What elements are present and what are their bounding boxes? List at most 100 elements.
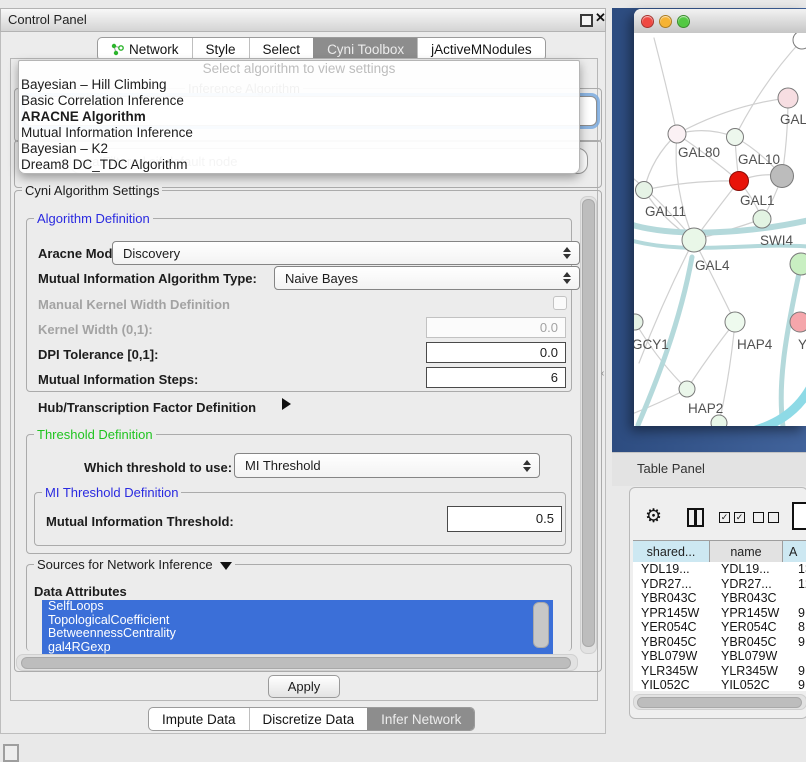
network-node-swi4[interactable] xyxy=(753,210,771,228)
table-row[interactable]: YDL19...YDL19...13 xyxy=(633,562,806,577)
network-edge[interactable] xyxy=(746,385,806,426)
settings-hscroll-thumb[interactable] xyxy=(21,657,571,669)
control-panel-titlebar[interactable] xyxy=(0,8,606,32)
float-window-icon[interactable] xyxy=(580,14,593,27)
network-node-gal4[interactable] xyxy=(682,228,706,252)
bottom-tab-infer-network[interactable]: Infer Network xyxy=(367,708,474,730)
table-horizontal-scrollbar[interactable] xyxy=(633,694,806,710)
sources-title[interactable]: Sources for Network Inference xyxy=(34,557,235,572)
attribute-list-item[interactable]: SelfLoops xyxy=(42,600,553,614)
network-node-hap4[interactable] xyxy=(725,312,745,332)
network-node-gal80[interactable] xyxy=(668,125,686,143)
network-node-gal10[interactable] xyxy=(727,129,744,146)
network-edge[interactable] xyxy=(644,134,677,190)
mi-threshold-field[interactable]: 0.5 xyxy=(447,506,562,532)
minimized-panel-icon[interactable] xyxy=(3,744,19,762)
data-attributes-list[interactable]: SelfLoopsTopologicalCoefficientBetweenne… xyxy=(42,600,553,654)
bottom-tab-impute-data[interactable]: Impute Data xyxy=(149,708,249,730)
network-node-label: Y xyxy=(798,337,806,352)
close-traffic-light-icon[interactable] xyxy=(641,15,654,28)
table-column-header[interactable]: name xyxy=(710,541,783,563)
network-node-y[interactable] xyxy=(790,312,806,332)
network-canvas[interactable]: GALGAL80GAL10GAL1GAL11SWI4GAL4GCY1HAP4YH… xyxy=(634,33,806,426)
tab-style[interactable]: Style xyxy=(192,38,249,60)
table-hscroll-thumb[interactable] xyxy=(637,697,802,708)
table-header-row[interactable]: shared...nameA xyxy=(633,540,806,564)
network-edge[interactable] xyxy=(635,322,687,389)
table-row[interactable]: YDR27...YDR27...12 xyxy=(633,577,806,592)
settings-vertical-scrollbar[interactable] xyxy=(580,196,597,654)
table-cell: YBR045C xyxy=(718,635,794,650)
gear-icon[interactable]: ⚙ xyxy=(645,505,662,528)
network-edge[interactable] xyxy=(634,219,806,233)
table-cell: YIL052C xyxy=(718,678,794,691)
settings-horizontal-scrollbar[interactable] xyxy=(16,654,578,671)
tab-jactivemnodules[interactable]: jActiveMNodules xyxy=(417,38,545,60)
manual-kernel-checkbox[interactable] xyxy=(553,296,567,310)
attr-list-scroll-thumb[interactable] xyxy=(533,602,549,648)
table-column-header[interactable]: A xyxy=(783,541,806,563)
minimize-traffic-light-icon[interactable] xyxy=(659,15,672,28)
network-node[interactable] xyxy=(771,165,794,188)
network-node-gcy1[interactable] xyxy=(634,314,643,330)
table-row[interactable]: YBL079WYBL079W xyxy=(633,649,806,664)
network-edge[interactable] xyxy=(694,240,735,322)
dropdown-item[interactable]: Basic Correlation Inference xyxy=(19,93,579,109)
table-cell: 9. xyxy=(794,606,806,621)
table-row[interactable]: YBR043CYBR043C xyxy=(633,591,806,606)
network-node-gal[interactable] xyxy=(778,88,798,108)
network-edge[interactable] xyxy=(644,181,739,190)
network-node-label: GAL10 xyxy=(738,152,780,167)
network-node[interactable] xyxy=(790,253,806,275)
table-row[interactable]: YLR345WYLR345W9. xyxy=(633,664,806,679)
table-row[interactable]: YIL052CYIL052C9. xyxy=(633,678,806,691)
export-table-icon[interactable] xyxy=(792,502,806,530)
mi-steps-field[interactable]: 6 xyxy=(426,367,566,388)
select-all-columns-icon[interactable]: ✓✓ xyxy=(719,512,745,523)
table-cell: YPR145W xyxy=(633,606,718,621)
network-node-hap2[interactable] xyxy=(679,381,695,397)
network-node-gal1[interactable] xyxy=(730,172,749,191)
kernel-width-field[interactable]: 0.0 xyxy=(426,317,566,338)
attribute-list-item[interactable]: BetweennessCentrality xyxy=(42,627,553,641)
dropdown-item[interactable]: Dream8 DC_TDC Algorithm xyxy=(19,157,579,173)
network-node[interactable] xyxy=(711,415,727,426)
tab-select[interactable]: Select xyxy=(249,38,314,60)
algorithm-dropdown-popup[interactable]: Select algorithm to view settings Bayesi… xyxy=(18,60,580,174)
hub-expand-arrow-icon[interactable] xyxy=(282,398,291,410)
table-row[interactable]: YER054CYER054C8. xyxy=(633,620,806,635)
network-edge[interactable] xyxy=(654,38,677,134)
network-node[interactable] xyxy=(793,33,806,49)
table-row[interactable]: YBR045CYBR045C9. xyxy=(633,635,806,650)
network-node-gal11[interactable] xyxy=(636,182,653,199)
dropdown-item[interactable]: ARACNE Algorithm xyxy=(19,109,579,125)
apply-button[interactable]: Apply xyxy=(268,675,340,698)
tab-network[interactable]: Network xyxy=(98,38,192,60)
attribute-list-item[interactable]: gal4RGexp xyxy=(42,641,553,655)
mi-type-combobox[interactable]: Naive Bayes xyxy=(274,266,580,290)
table-column-header[interactable]: shared... xyxy=(633,541,710,563)
aracne-mode-combobox[interactable]: Discovery xyxy=(112,241,580,265)
tab-cyni-toolbox[interactable]: Cyni Toolbox xyxy=(313,38,417,60)
table-rows[interactable]: YDL19...YDL19...13YDR27...YDR27...12YBR0… xyxy=(633,562,806,691)
dropdown-item[interactable]: Mutual Information Inference xyxy=(19,125,579,141)
close-icon[interactable]: ✕ xyxy=(595,10,606,26)
table-cell: YBL079W xyxy=(718,649,794,664)
bottom-tabbar: Impute DataDiscretize DataInfer Network xyxy=(148,707,475,731)
settings-vscroll-thumb[interactable] xyxy=(582,199,595,647)
column-layout-icon[interactable] xyxy=(687,508,704,527)
attribute-list-item[interactable]: TopologicalCoefficient xyxy=(42,614,553,628)
dpi-tolerance-field[interactable]: 0.0 xyxy=(426,342,566,363)
which-threshold-combobox[interactable]: MI Threshold xyxy=(234,453,540,478)
mi-steps-label: Mutual Information Steps: xyxy=(38,372,198,387)
bottom-tab-discretize-data[interactable]: Discretize Data xyxy=(249,708,368,730)
dropdown-item[interactable]: Bayesian – Hill Climbing xyxy=(19,77,579,93)
deselect-all-columns-icon[interactable] xyxy=(753,512,779,523)
split-collapse-arrow-icon[interactable]: ‹ xyxy=(601,368,604,379)
zoom-traffic-light-icon[interactable] xyxy=(677,15,690,28)
hub-definition-label[interactable]: Hub/Transcription Factor Definition xyxy=(38,400,256,415)
network-node-label: GAL11 xyxy=(645,204,686,219)
table-row[interactable]: YPR145WYPR145W9. xyxy=(633,606,806,621)
table-panel-title: Table Panel xyxy=(637,461,705,476)
dropdown-item[interactable]: Bayesian – K2 xyxy=(19,141,579,157)
